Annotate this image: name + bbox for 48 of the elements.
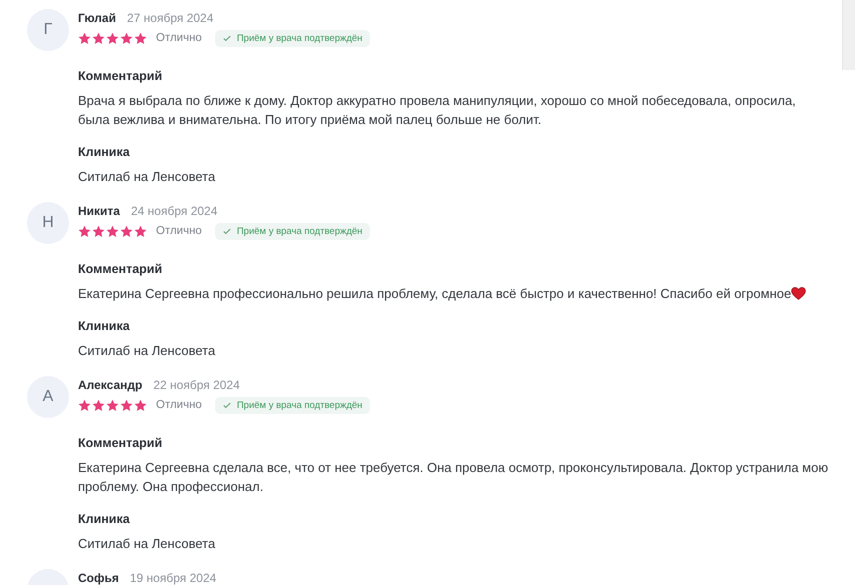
rating-label: Отлично [156, 32, 202, 44]
check-icon [222, 34, 231, 42]
review-date: 19 ноября 2024 [130, 571, 216, 585]
avatar: Н [27, 202, 69, 244]
rating-label: Отлично [156, 225, 202, 237]
review-date: 24 ноября 2024 [130, 204, 218, 218]
star-icon [78, 224, 91, 238]
star-icon [120, 32, 133, 44]
avatar: Г [27, 9, 69, 51]
section-heading: Комментарий [78, 261, 164, 278]
section-heading: Клиника [78, 511, 131, 528]
star-icon [120, 224, 133, 238]
verified-badge: Приём у врача подтверждён [214, 396, 370, 414]
avatar: А [27, 376, 69, 418]
star-icon [134, 224, 147, 238]
verified-badge: Приём у врача подтверждён [214, 30, 370, 46]
star-icon [134, 398, 147, 412]
section-heading: Клиника [78, 144, 131, 161]
star-icon [106, 398, 119, 412]
star-icon [92, 224, 105, 238]
scrollbar-thumb[interactable] [842, 0, 855, 70]
section-heading: Комментарий [78, 68, 164, 85]
check-icon [222, 228, 231, 234]
author-name: Никита [78, 204, 120, 218]
star-icon [134, 32, 147, 44]
star-icon [106, 32, 119, 44]
star-icon [92, 32, 105, 44]
clinic-name: Ситилаб на Ленсовета [78, 535, 216, 553]
clinic-name: Ситилаб на Ленсовета [78, 342, 216, 360]
comment-text: Екатерина Сергеевна профессионально решила проблему, сделала всё быстро и качественно! Спасибо ей огромное [78, 284, 830, 303]
star-icon [78, 398, 91, 412]
star-icon [78, 32, 91, 44]
section-heading: Комментарий [78, 435, 164, 452]
verified-badge: Приём у врача подтверждён [214, 222, 370, 240]
comment-text: Екатерина Сергеевна сделала все, что от нее требуется. Она провела осмотр, проконсультировала. Доктор устранила мою проблему. Она профессионал. [78, 459, 830, 496]
comment-text: Врача я выбрала по ближе к дому. Доктор аккуратно провела манипуляции, хорошо со мной побеседовала, опросила, была вежлива и внимательна. По итогу приёма мой палец больше не болит. [78, 92, 797, 129]
clinic-name: Ситилаб на Ленсовета [78, 168, 216, 186]
star-icon [106, 224, 119, 238]
review-date: 22 ноября 2024 [153, 378, 240, 392]
check-icon [222, 402, 231, 408]
review-date: 27 ноября 2024 [126, 11, 214, 25]
author-name: Софья [78, 571, 119, 585]
rating-label: Отлично [156, 399, 202, 411]
star-icon [92, 398, 105, 412]
star-icon [120, 398, 133, 412]
author-name: Александр [78, 378, 142, 392]
author-name: Гюлай [78, 11, 116, 25]
section-heading: Клиника [78, 318, 131, 335]
